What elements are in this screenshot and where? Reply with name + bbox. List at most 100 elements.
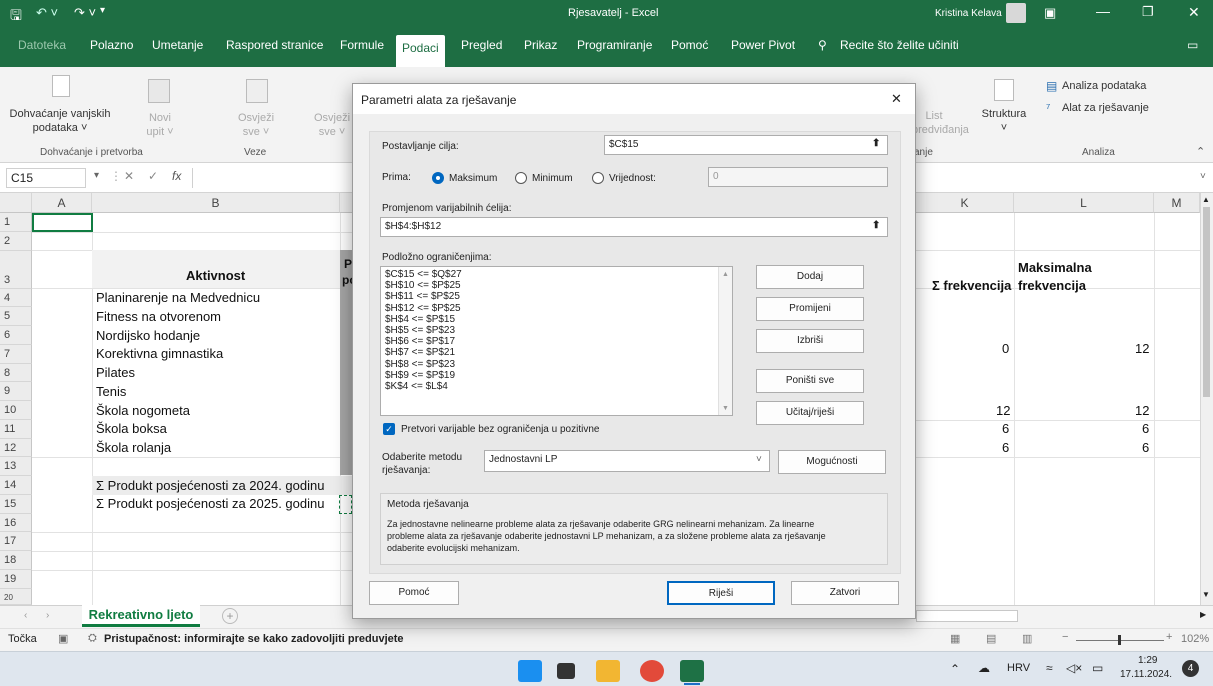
cell-k12[interactable]: 6 — [1002, 439, 1009, 457]
cell-b7[interactable]: Korektivna gimnastika — [96, 345, 223, 363]
name-box[interactable]: C15 — [6, 168, 86, 188]
constraints-scroll-down-icon[interactable]: ▼ — [722, 403, 729, 414]
battery-icon[interactable]: ▭ — [1092, 661, 1103, 675]
get-data-icon[interactable] — [52, 75, 70, 97]
cell-k3[interactable]: Σ frekvencija — [932, 277, 1011, 295]
redo-icon[interactable]: ↷ ˅ — [74, 5, 96, 21]
tab-developer[interactable]: Programiranje — [577, 38, 652, 52]
file-explorer-icon[interactable] — [596, 660, 620, 682]
user-name[interactable]: Kristina Kelava — [935, 8, 1002, 19]
tab-file[interactable]: Datoteka — [18, 38, 66, 52]
restore-icon[interactable]: ❐ — [1142, 4, 1154, 20]
constraint-item[interactable]: $H$5 <= $P$23 — [385, 325, 728, 336]
zoom-level[interactable]: 102% — [1181, 633, 1209, 645]
constraints-list[interactable]: $C$15 <= $Q$27 $H$10 <= $P$25 $H$11 <= $… — [380, 266, 733, 416]
column-header-m[interactable]: M — [1154, 193, 1200, 213]
row-header-14[interactable]: 14 — [0, 476, 32, 495]
column-header-l[interactable]: L — [1014, 193, 1154, 213]
start-icon[interactable] — [518, 660, 542, 682]
make-nonnegative-checkbox[interactable]: ✓ — [383, 423, 395, 435]
options-button[interactable]: Mogućnosti — [778, 450, 886, 474]
row-header-19[interactable]: 19 — [0, 569, 32, 589]
cell-l6[interactable]: 12 — [1135, 340, 1149, 358]
excel-taskbar-icon[interactable] — [680, 660, 704, 682]
delete-button[interactable]: Izbriši — [756, 329, 864, 353]
constraint-item[interactable]: $H$10 <= $P$25 — [385, 280, 728, 291]
formula-input[interactable] — [192, 168, 352, 188]
cell-b12[interactable]: Škola rolanja — [96, 439, 171, 457]
radio-max-label[interactable]: Maksimum — [449, 173, 497, 184]
constraint-item[interactable]: $H$11 <= $P$25 — [385, 291, 728, 302]
row-header-3[interactable]: 3 — [0, 250, 32, 289]
language-indicator[interactable]: HRV — [1007, 662, 1030, 674]
horizontal-scrollbar[interactable] — [916, 610, 1018, 622]
row-header-18[interactable]: 18 — [0, 551, 32, 570]
row-header-4[interactable]: 4 — [0, 288, 32, 308]
cell-b4[interactable]: Planinarenje na Medvednicu — [96, 289, 260, 307]
column-header-k[interactable]: K — [916, 193, 1014, 213]
method-select[interactable]: Jednostavni LP — [484, 450, 770, 472]
row-header-6[interactable]: 6 — [0, 326, 32, 345]
constraint-item[interactable]: $H$7 <= $P$21 — [385, 347, 728, 358]
cell-b15[interactable]: Σ Produkt posjećenosti za 2025. godinu — [96, 495, 324, 513]
prev-sheet-icon[interactable]: ‹ — [24, 610, 27, 621]
help-button[interactable]: Pomoć — [369, 581, 459, 605]
cell-k6[interactable]: 0 — [1002, 340, 1009, 358]
tab-review[interactable]: Pregled — [461, 38, 502, 52]
clock-time[interactable]: 1:29 — [1138, 655, 1157, 666]
cell-l12[interactable]: 6 — [1142, 439, 1149, 457]
solve-button[interactable]: Riješi — [667, 581, 775, 605]
cell-l3-line1[interactable]: Maksimalna — [1018, 259, 1092, 277]
scroll-down-icon[interactable]: ▼ — [1202, 590, 1210, 599]
objective-input[interactable]: $C$15 — [604, 135, 888, 155]
accessibility-icon[interactable]: ⛭ — [88, 632, 97, 645]
close-window-icon[interactable]: ✕ — [1188, 4, 1200, 21]
constraint-item[interactable]: $H$8 <= $P$23 — [385, 359, 728, 370]
cell-b3[interactable]: Aktivnost — [186, 267, 245, 285]
page-layout-view-icon[interactable]: ▤ — [986, 632, 996, 645]
row-header-12[interactable]: 12 — [0, 438, 32, 458]
scroll-up-icon[interactable]: ▲ — [1202, 195, 1210, 204]
cell-b6[interactable]: Nordijsko hodanje — [96, 327, 200, 345]
row-header-15[interactable]: 15 — [0, 494, 32, 514]
row-header-9[interactable]: 9 — [0, 382, 32, 401]
row-header-11[interactable]: 11 — [0, 419, 32, 439]
cell-c15-marching-ants[interactable] — [339, 495, 352, 514]
method-dropdown-icon[interactable]: ˅ — [756, 454, 762, 465]
change-button[interactable]: Promijeni — [756, 297, 864, 321]
tab-help[interactable]: Pomoć — [671, 38, 708, 52]
radio-max[interactable] — [432, 172, 444, 184]
reset-all-button[interactable]: Poništi sve — [756, 369, 864, 393]
row-header-20[interactable]: 20 — [0, 588, 32, 605]
column-header-a[interactable]: A — [32, 193, 92, 213]
radio-min-label[interactable]: Minimum — [532, 173, 573, 184]
outline-button[interactable]: Struktura ˅ — [976, 107, 1032, 135]
tab-view[interactable]: Prikaz — [524, 38, 557, 52]
zoom-in-icon[interactable]: + — [1166, 631, 1172, 643]
constraint-item[interactable]: $H$12 <= $P$25 — [385, 303, 728, 314]
select-all-corner[interactable] — [0, 193, 32, 213]
selected-cell-a1[interactable] — [32, 213, 93, 232]
constraints-scroll-up-icon[interactable]: ▲ — [722, 269, 729, 280]
tab-insert[interactable]: Umetanje — [152, 38, 203, 52]
name-box-dropdown-icon[interactable]: ▾ — [94, 170, 99, 181]
cell-b9[interactable]: Tenis — [96, 383, 126, 401]
row-header-10[interactable]: 10 — [0, 401, 32, 420]
tell-me-icon[interactable]: ⚲ — [818, 38, 827, 52]
tab-power-pivot[interactable]: Power Pivot — [731, 38, 795, 52]
scroll-right-icon[interactable]: ▶ — [1200, 610, 1206, 619]
constraints-scrollbar[interactable]: ▲ ▼ — [718, 267, 732, 415]
tell-me-input[interactable]: Recite što želite učiniti — [840, 38, 959, 52]
cell-b8[interactable]: Pilates — [96, 364, 135, 382]
value-of-input[interactable]: 0 — [708, 167, 888, 187]
objective-collapse-icon[interactable]: ⬆ — [872, 138, 880, 149]
cancel-icon[interactable]: ✕ — [124, 169, 134, 183]
chrome-icon[interactable] — [640, 660, 664, 682]
dialog-close-icon[interactable]: ✕ — [891, 91, 902, 107]
make-nonnegative-label[interactable]: Pretvori varijable bez ograničenja u poz… — [401, 424, 599, 435]
insert-function-icon[interactable]: fx — [172, 169, 181, 183]
row-header-8[interactable]: 8 — [0, 363, 32, 383]
tray-overflow-icon[interactable]: ⌃ — [950, 662, 960, 676]
save-icon[interactable]: 🖫 — [10, 5, 22, 29]
forecast-sheet-button[interactable]: List predviđanja — [912, 109, 969, 137]
